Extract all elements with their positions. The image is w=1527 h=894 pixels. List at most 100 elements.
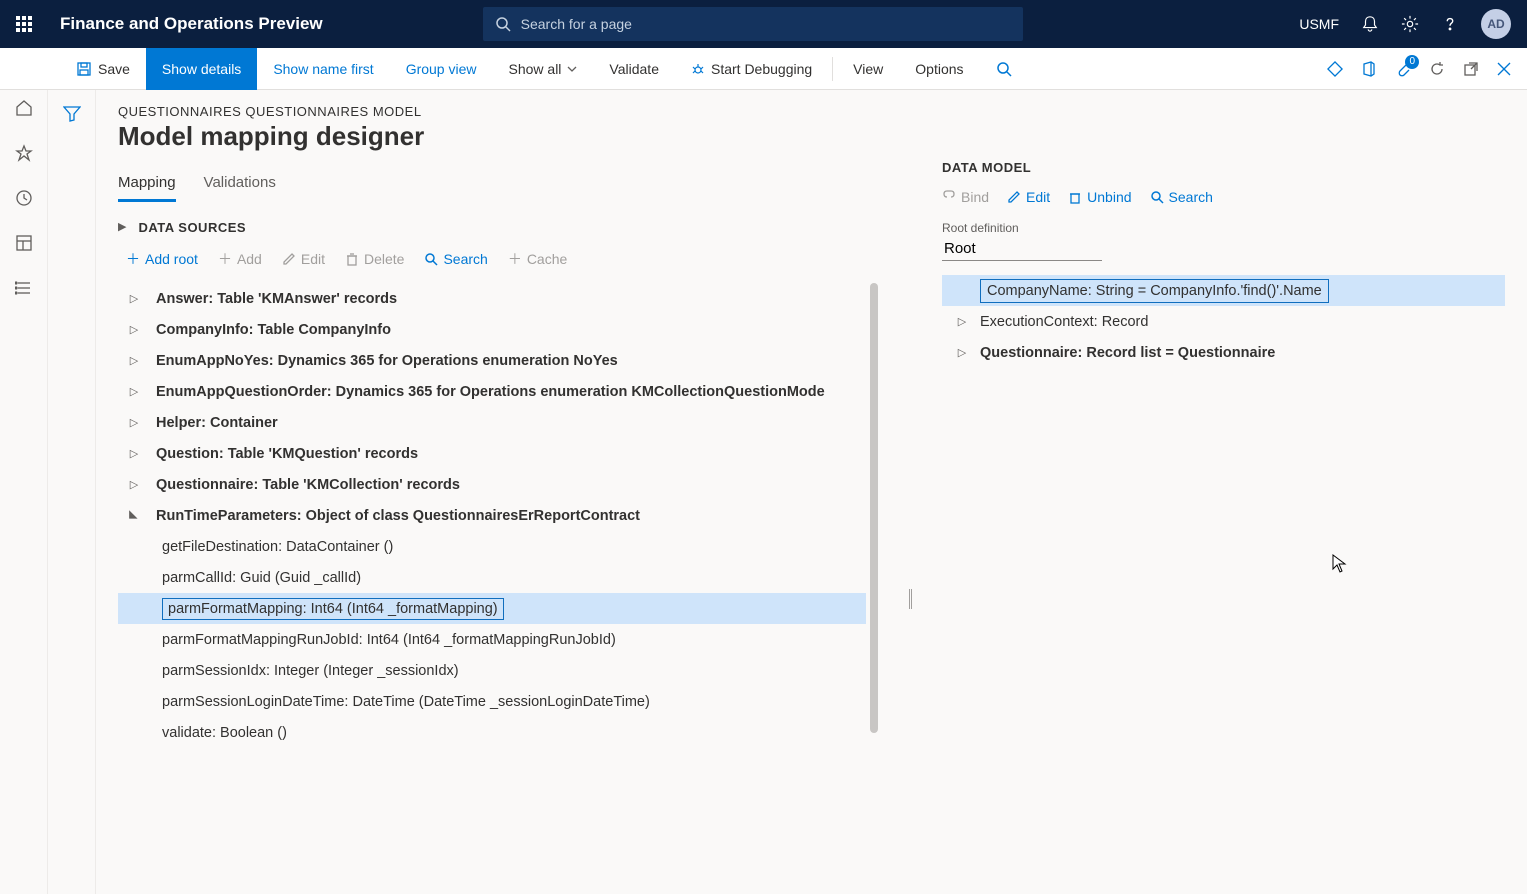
- search-icon: [996, 61, 1012, 77]
- app-title: Finance and Operations Preview: [60, 14, 323, 34]
- add-button: ＋Add: [218, 249, 262, 269]
- tree-node-label: CompanyInfo: Table CompanyInfo: [156, 322, 391, 338]
- tree-leaf[interactable]: parmFormatMapping: Int64 (Int64 _formatM…: [118, 593, 866, 624]
- expand-icon[interactable]: ▷: [954, 346, 970, 359]
- model-node-label: Questionnaire: Record list = Questionnai…: [980, 345, 1275, 361]
- tree-node-label: Questionnaire: Table 'KMCollection' reco…: [156, 477, 460, 493]
- expand-icon[interactable]: ◢: [128, 507, 141, 523]
- tree-leaf[interactable]: parmFormatMappingRunJobId: Int64 (Int64 …: [118, 624, 866, 655]
- collapse-icon[interactable]: ▶: [118, 220, 126, 233]
- model-node-label: ExecutionContext: Record: [980, 314, 1148, 330]
- expand-icon[interactable]: ▷: [126, 292, 142, 305]
- tab-validations[interactable]: Validations: [204, 174, 276, 202]
- validate-button[interactable]: Validate: [593, 48, 675, 90]
- edit-button: Edit: [282, 251, 325, 267]
- edit-model-button[interactable]: Edit: [1007, 189, 1050, 205]
- view-button[interactable]: View: [837, 48, 899, 90]
- expand-icon[interactable]: ▷: [126, 447, 142, 460]
- attachments-icon[interactable]: 0: [1395, 61, 1411, 77]
- search-placeholder: Search for a page: [521, 16, 632, 32]
- workspaces-icon[interactable]: [15, 234, 33, 255]
- tree-leaf[interactable]: validate: Boolean (): [118, 717, 866, 748]
- search-model-button[interactable]: Search: [1150, 189, 1213, 205]
- help-icon[interactable]: [1441, 15, 1459, 33]
- user-avatar[interactable]: AD: [1481, 9, 1511, 39]
- company-label[interactable]: USMF: [1299, 16, 1339, 32]
- model-tree-node[interactable]: ▷ Questionnaire: Record list = Questionna…: [942, 337, 1505, 368]
- splitter[interactable]: [902, 304, 918, 894]
- expand-icon[interactable]: ▷: [126, 385, 142, 398]
- tree-node-label: EnumAppQuestionOrder: Dynamics 365 for O…: [156, 384, 825, 400]
- options-button[interactable]: Options: [899, 48, 979, 90]
- diamond-icon[interactable]: [1327, 61, 1343, 77]
- data-model-header: DATA MODEL: [942, 160, 1505, 175]
- root-definition-input[interactable]: [942, 237, 1102, 261]
- search-icon: [495, 16, 511, 32]
- notifications-icon[interactable]: [1361, 15, 1379, 33]
- office-icon[interactable]: [1361, 61, 1377, 77]
- start-debugging-button[interactable]: Start Debugging: [675, 48, 828, 90]
- show-all-dropdown[interactable]: Show all: [493, 48, 594, 90]
- modules-icon[interactable]: [15, 279, 33, 300]
- bind-button: Bind: [942, 189, 989, 205]
- expand-icon[interactable]: ▷: [126, 416, 142, 429]
- tree-node[interactable]: ◢RunTimeParameters: Object of class Ques…: [118, 500, 866, 531]
- favorites-icon[interactable]: [15, 144, 33, 165]
- tree-leaf-label: parmCallId: Guid (Guid _callId): [162, 570, 361, 586]
- popout-icon[interactable]: [1463, 61, 1479, 77]
- settings-icon[interactable]: [1401, 15, 1419, 33]
- unbind-button[interactable]: Unbind: [1068, 189, 1131, 205]
- data-model-actions: Bind Edit Unbind Search: [942, 189, 1505, 205]
- tree-leaf[interactable]: parmSessionIdx: Integer (Integer _sessio…: [118, 655, 866, 686]
- expand-icon[interactable]: ▷: [954, 315, 970, 328]
- expand-icon[interactable]: ▷: [126, 478, 142, 491]
- top-bar: Finance and Operations Preview Search fo…: [0, 0, 1527, 48]
- tree-leaf[interactable]: getFileDestination: DataContainer (): [118, 531, 866, 562]
- tree-node[interactable]: ▷ CompanyInfo: Table CompanyInfo: [118, 314, 866, 345]
- separator: [832, 57, 833, 81]
- tabs: Mapping Validations: [118, 174, 878, 202]
- tree-node[interactable]: ▷Question: Table 'KMQuestion' records: [118, 438, 866, 469]
- tree-node-label: EnumAppNoYes: Dynamics 365 for Operation…: [156, 353, 618, 369]
- close-icon[interactable]: [1497, 62, 1511, 76]
- search-button[interactable]: Search: [424, 251, 487, 267]
- expand-icon[interactable]: ▷: [126, 323, 142, 336]
- add-root-button[interactable]: ＋Add root: [126, 249, 198, 269]
- tree-leaf-label: parmFormatMappingRunJobId: Int64 (Int64 …: [162, 632, 616, 648]
- show-details-button[interactable]: Show details: [146, 48, 257, 90]
- cache-button: ＋Cache: [508, 249, 567, 269]
- tree-node[interactable]: ▷ Questionnaire: Table 'KMCollection' rec…: [118, 469, 866, 500]
- chevron-down-icon: [567, 66, 577, 72]
- action-bar: Save Show details Show name first Group …: [0, 48, 1527, 90]
- global-search[interactable]: Search for a page: [483, 7, 1023, 41]
- tree-node-label: Answer: Table 'KMAnswer' records: [156, 291, 397, 307]
- show-name-first-button[interactable]: Show name first: [257, 48, 389, 90]
- tree-leaf-label: parmFormatMapping: Int64 (Int64 _formatM…: [162, 598, 504, 620]
- home-icon[interactable]: [15, 99, 33, 120]
- tree-leaf[interactable]: parmSessionLoginDateTime: DateTime (Date…: [118, 686, 866, 717]
- action-search-button[interactable]: [980, 48, 1028, 90]
- root-definition-label: Root definition: [942, 221, 1505, 235]
- group-view-button[interactable]: Group view: [390, 48, 493, 90]
- app-launcher-icon[interactable]: [12, 12, 40, 36]
- expand-icon[interactable]: ▷: [126, 354, 142, 367]
- left-nav-rail: [0, 48, 48, 894]
- save-button[interactable]: Save: [60, 48, 146, 90]
- tree-leaf[interactable]: parmCallId: Guid (Guid _callId): [118, 562, 866, 593]
- tree-node[interactable]: ▷ EnumAppQuestionOrder: Dynamics 365 for …: [118, 376, 866, 407]
- tree-node[interactable]: ▷ EnumAppNoYes: Dynamics 365 for Operatio…: [118, 345, 866, 376]
- filter-icon[interactable]: [63, 106, 81, 894]
- breadcrumb: QUESTIONNAIRES QUESTIONNAIRES MODEL: [118, 104, 878, 119]
- data-sources-actions: ＋Add root ＋Add Edit Delete Search ＋Cache: [118, 249, 878, 269]
- filter-strip: [48, 90, 96, 894]
- scrollbar[interactable]: [870, 283, 878, 733]
- model-tree-node[interactable]: ▷ ExecutionContext: Record: [942, 306, 1505, 337]
- tab-mapping[interactable]: Mapping: [118, 174, 176, 202]
- model-tree-node[interactable]: CompanyName: String = CompanyInfo.'find(…: [942, 275, 1505, 306]
- attachments-badge: 0: [1405, 55, 1419, 69]
- tree-node[interactable]: ▷ Answer: Table 'KMAnswer' records: [118, 283, 866, 314]
- tree-leaf-label: parmSessionIdx: Integer (Integer _sessio…: [162, 663, 459, 679]
- recent-icon[interactable]: [15, 189, 33, 210]
- tree-node[interactable]: ▷Helper: Container: [118, 407, 866, 438]
- refresh-icon[interactable]: [1429, 61, 1445, 77]
